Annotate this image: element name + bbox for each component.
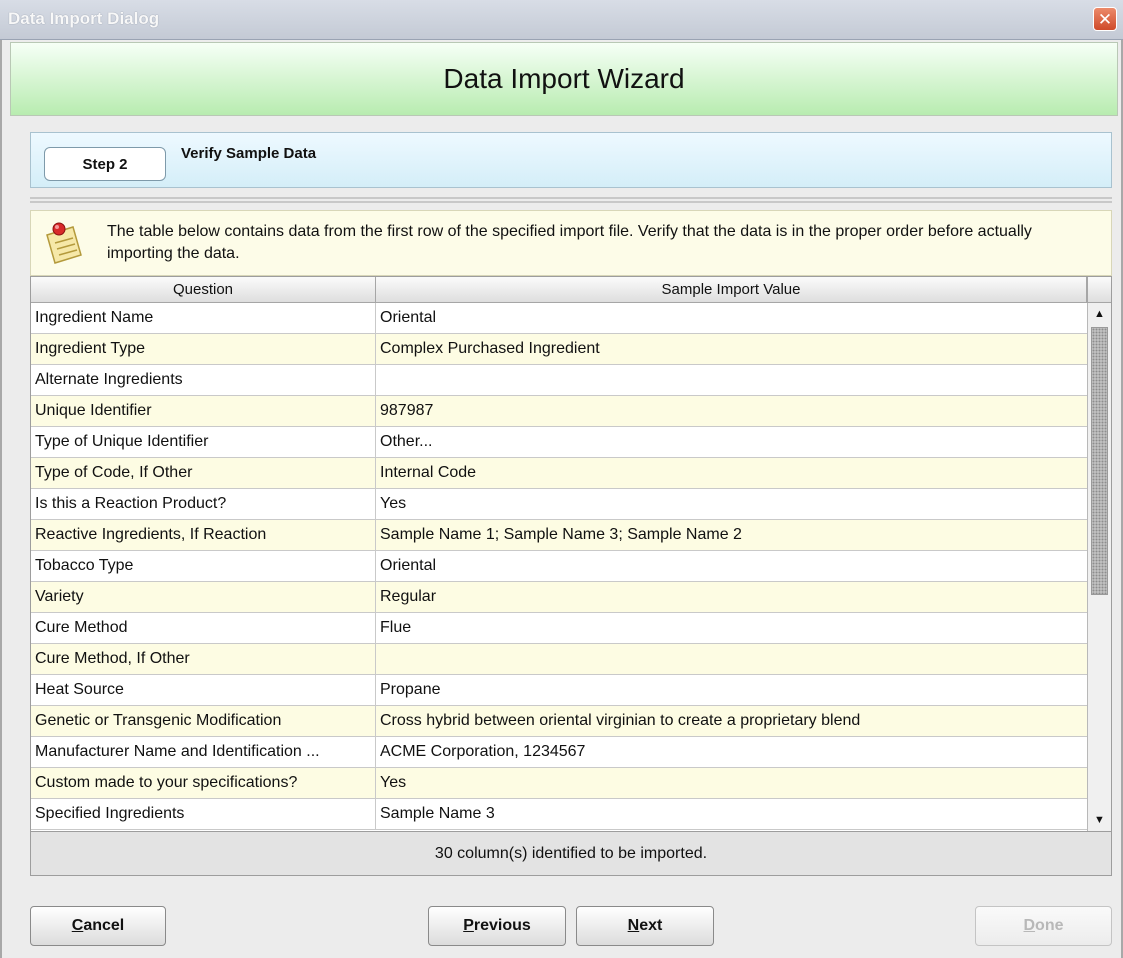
column-header-question[interactable]: Question [31,277,376,302]
step-badge: Step 2 [44,147,166,181]
sample-value-cell: Internal Code [380,464,477,481]
scroll-up-icon[interactable]: ▲ [1088,303,1111,325]
question-cell: Type of Unique Identifier [31,427,376,457]
sample-value-cell: Flue [380,619,412,636]
question-cell: Heat Source [31,675,376,705]
note-pin-icon [46,222,82,264]
status-text: 30 column(s) identified to be imported. [434,844,708,862]
table-row[interactable]: Genetic or Transgenic Modification Cross … [31,706,1087,737]
sample-data-table: Question Sample Import Value Ingredient … [30,276,1112,832]
question-cell: Is this a Reaction Product? [31,489,376,519]
table-row[interactable]: Alternate Ingredients [31,365,1087,396]
table-row[interactable]: Unique Identifier 987987 [31,396,1087,427]
sample-value-cell: Other... [380,433,433,450]
sample-value-cell: Yes [380,774,407,791]
close-button[interactable]: ✕ [1093,7,1117,31]
sample-value-cell: Sample Name 1; Sample Name 3; Sample Nam… [380,526,742,543]
previous-label: revious [473,917,531,934]
window-title: Data Import Dialog [8,9,160,28]
question-cell: Cure Method, If Other [31,644,376,674]
table-row[interactable]: Is this a Reaction Product? Yes [31,489,1087,520]
info-text: The table below contains data from the f… [107,223,1032,262]
table-row[interactable]: Type of Unique Identifier Other... [31,427,1087,458]
question-cell: Type of Code, If Other [31,458,376,488]
question-cell: Variety [31,582,376,612]
sample-value-cell: Oriental [380,557,437,574]
table-header: Question Sample Import Value [31,277,1087,303]
table-row[interactable]: Manufacturer Name and Identification ...… [31,737,1087,768]
step-label: Verify Sample Data [181,145,317,162]
question-cell: Unique Identifier [31,396,376,426]
divider [30,197,1112,203]
cancel-mnemonic: C [71,917,84,934]
scroll-down-icon[interactable]: ▼ [1088,809,1111,831]
sample-value-cell: Complex Purchased Ingredient [380,340,600,357]
question-cell: Genetic or Transgenic Modification [31,706,376,736]
close-icon: ✕ [1097,9,1113,29]
scroll-corner [1087,277,1111,303]
sample-value-cell: Yes [380,495,407,512]
table-row[interactable]: Ingredient Name Oriental [31,303,1087,334]
done-label: one [1035,917,1064,934]
table-row[interactable]: Heat Source Propane [31,675,1087,706]
next-label: ext [639,917,663,934]
table-row[interactable]: Type of Code, If Other Internal Code [31,458,1087,489]
previous-button[interactable]: Previous [428,906,566,946]
done-button: Done [975,906,1112,946]
status-bar: 30 column(s) identified to be imported. [30,832,1112,876]
table-row[interactable]: Cure Method Flue [31,613,1087,644]
next-button[interactable]: Next [576,906,714,946]
cancel-button[interactable]: Cancel [30,906,166,946]
sample-value-cell [376,644,1087,674]
window-titlebar: Data Import Dialog ✕ [0,0,1123,40]
question-cell: Alternate Ingredients [31,365,376,395]
table-row[interactable]: Custom made to your specifications? Yes [31,768,1087,799]
previous-mnemonic: P [463,917,474,934]
sample-value-cell: ACME Corporation, 1234567 [380,743,586,760]
table-row[interactable]: Cure Method, If Other [31,644,1087,675]
sample-value-cell: Oriental [380,309,437,326]
question-cell: Specified Ingredients [31,799,376,829]
table-body: Ingredient Name Oriental Ingredient Type Co… [31,303,1087,831]
table-row[interactable]: Ingredient Type Complex Purchased Ingredi… [31,334,1087,365]
table-row[interactable]: Specified Ingredients Sample Name 3 [31,799,1087,830]
sample-value-cell [376,365,1087,395]
sample-value-cell: 987987 [380,402,434,419]
scroll-thumb[interactable] [1091,327,1108,595]
step-bar: Step 2 Verify Sample Data [30,132,1112,188]
question-cell: Cure Method [31,613,376,643]
question-cell: Manufacturer Name and Identification ... [31,737,376,767]
table-row[interactable]: Tobacco Type Oriental [31,551,1087,582]
vertical-scrollbar[interactable]: ▲ ▼ [1087,303,1111,831]
done-mnemonic: D [1023,917,1036,934]
sample-value-cell: Propane [380,681,441,698]
cancel-label: ancel [83,917,125,934]
sample-value-cell: Regular [380,588,437,605]
sample-value-cell: Cross hybrid between oriental virginian … [380,712,861,729]
table-row[interactable]: Variety Regular [31,582,1087,613]
wizard-title: Data Import Wizard [443,63,685,94]
info-panel: The table below contains data from the f… [30,210,1112,276]
question-cell: Ingredient Name [31,303,376,333]
question-cell: Tobacco Type [31,551,376,581]
next-mnemonic: N [627,917,640,934]
question-cell: Ingredient Type [31,334,376,364]
question-cell: Reactive Ingredients, If Reaction [31,520,376,550]
table-row[interactable]: Reactive Ingredients, If Reaction Sample … [31,520,1087,551]
wizard-header: Data Import Wizard [10,42,1118,116]
sample-value-cell: Sample Name 3 [380,805,495,822]
column-header-sample-value[interactable]: Sample Import Value [376,277,1087,302]
question-cell: Custom made to your specifications? [31,768,376,798]
